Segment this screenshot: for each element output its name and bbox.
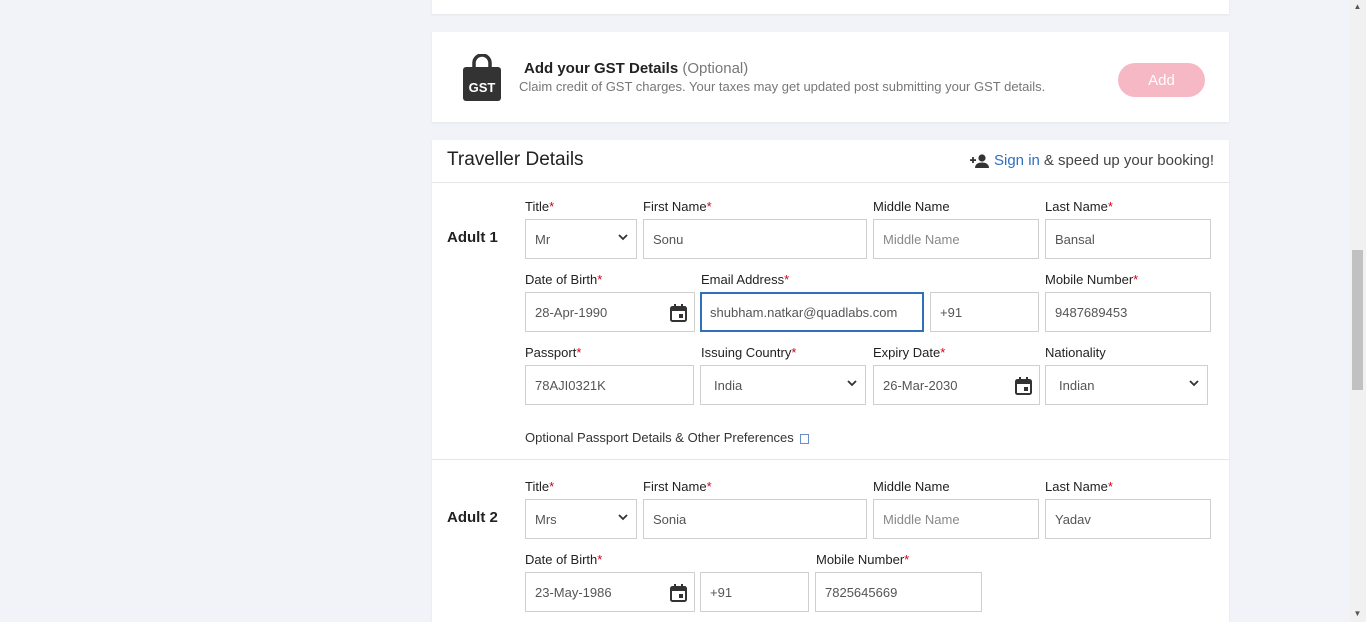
traveller-header: Traveller Details Sign in & speed up you… (432, 140, 1229, 183)
adult1-expiry-input[interactable]: 26-Mar-2030 (873, 365, 1040, 405)
adult2-mobile-label: Mobile Number* (816, 552, 910, 567)
sign-in-link[interactable]: Sign in (994, 152, 1040, 169)
scroll-up-icon[interactable]: ▲ (1352, 2, 1363, 12)
adult-divider (432, 459, 1229, 460)
adult2-title-label: Title* (525, 479, 555, 494)
adult2-dob-label: Date of Birth* (525, 552, 603, 567)
calendar-icon[interactable] (1015, 377, 1032, 395)
adult1-dob-label: Date of Birth* (525, 272, 603, 287)
gst-icon-text: GST (469, 80, 496, 95)
adult1-last-name-label: Last Name* (1045, 199, 1113, 214)
calendar-icon[interactable] (670, 304, 687, 322)
sign-in-suffix: & speed up your booking! (1043, 152, 1214, 169)
gst-optional-text: (Optional) (682, 60, 749, 77)
adult1-middle-name-input[interactable]: Middle Name (873, 219, 1039, 259)
add-gst-button[interactable]: Add (1118, 63, 1205, 97)
adult1-expiry-label: Expiry Date* (873, 345, 946, 360)
adult1-mobile-label: Mobile Number* (1045, 272, 1139, 287)
expand-icon[interactable] (799, 433, 809, 444)
previous-section-card (432, 0, 1229, 14)
gst-card: GST Add your GST Details (Optional) Clai… (432, 32, 1229, 122)
adult1-passport-input[interactable]: 78AJI0321K (525, 365, 694, 405)
optional-preferences-toggle[interactable]: Optional Passport Details & Other Prefer… (525, 430, 809, 445)
sign-in-prompt: Sign in & speed up your booking! (970, 152, 1214, 169)
adult1-passport-label: Passport* (525, 345, 582, 360)
adult1-issuing-country-label: Issuing Country* (701, 345, 797, 360)
gst-description: Claim credit of GST charges. Your taxes … (519, 79, 1046, 94)
adult-1-label: Adult 1 (447, 229, 498, 246)
adult2-dob-input[interactable]: 23-May-1986 (525, 572, 695, 612)
adult1-title-label: Title* (525, 199, 555, 214)
adult1-last-name-input[interactable]: Bansal (1045, 219, 1211, 259)
adult1-email-label: Email Address* (701, 272, 790, 287)
adult-2-label: Adult 2 (447, 509, 498, 526)
chevron-down-icon (618, 234, 628, 241)
gst-title: Add your GST Details (Optional) (524, 60, 748, 77)
adult1-first-name-input[interactable]: Sonu (643, 219, 867, 259)
scrollbar-thumb[interactable] (1352, 250, 1363, 390)
adult1-first-name-label: First Name* (643, 199, 712, 214)
adult1-mobile-input[interactable]: 9487689453 (1045, 292, 1211, 332)
adult1-dob-input[interactable]: 28-Apr-1990 (525, 292, 695, 332)
chevron-down-icon (847, 380, 857, 387)
adult2-first-name-input[interactable]: Sonia (643, 499, 867, 539)
adult1-email-input[interactable]: shubham.natkar@quadlabs.com (700, 292, 924, 332)
adult2-country-code-input[interactable]: +91 (700, 572, 809, 612)
adult1-nationality-label: Nationality (1045, 345, 1106, 360)
scroll-down-icon[interactable]: ▼ (1352, 609, 1363, 619)
adult2-last-name-input[interactable]: Yadav (1045, 499, 1211, 539)
adult2-mobile-input[interactable]: 7825645669 (815, 572, 982, 612)
adult2-title-select[interactable]: Mrs (525, 499, 637, 539)
traveller-details-title: Traveller Details (447, 149, 584, 170)
optional-preferences-text: Optional Passport Details & Other Prefer… (525, 430, 794, 445)
gst-bag-icon: GST (463, 54, 501, 101)
chevron-down-icon (618, 514, 628, 521)
adult1-country-code-input[interactable]: +91 (930, 292, 1039, 332)
adult2-middle-name-label: Middle Name (873, 479, 950, 494)
calendar-icon[interactable] (670, 584, 687, 602)
adult1-middle-name-label: Middle Name (873, 199, 950, 214)
adult2-first-name-label: First Name* (643, 479, 712, 494)
adult2-middle-name-input[interactable]: Middle Name (873, 499, 1039, 539)
adult1-title-select[interactable]: Mr (525, 219, 637, 259)
gst-title-text: Add your GST Details (524, 60, 679, 77)
adult2-last-name-label: Last Name* (1045, 479, 1113, 494)
traveller-details-card: Traveller Details Sign in & speed up you… (432, 140, 1229, 622)
adult1-issuing-country-select[interactable]: India (700, 365, 866, 405)
adult1-nationality-select[interactable]: Indian (1045, 365, 1208, 405)
chevron-down-icon (1189, 380, 1199, 387)
add-person-icon (970, 153, 989, 168)
